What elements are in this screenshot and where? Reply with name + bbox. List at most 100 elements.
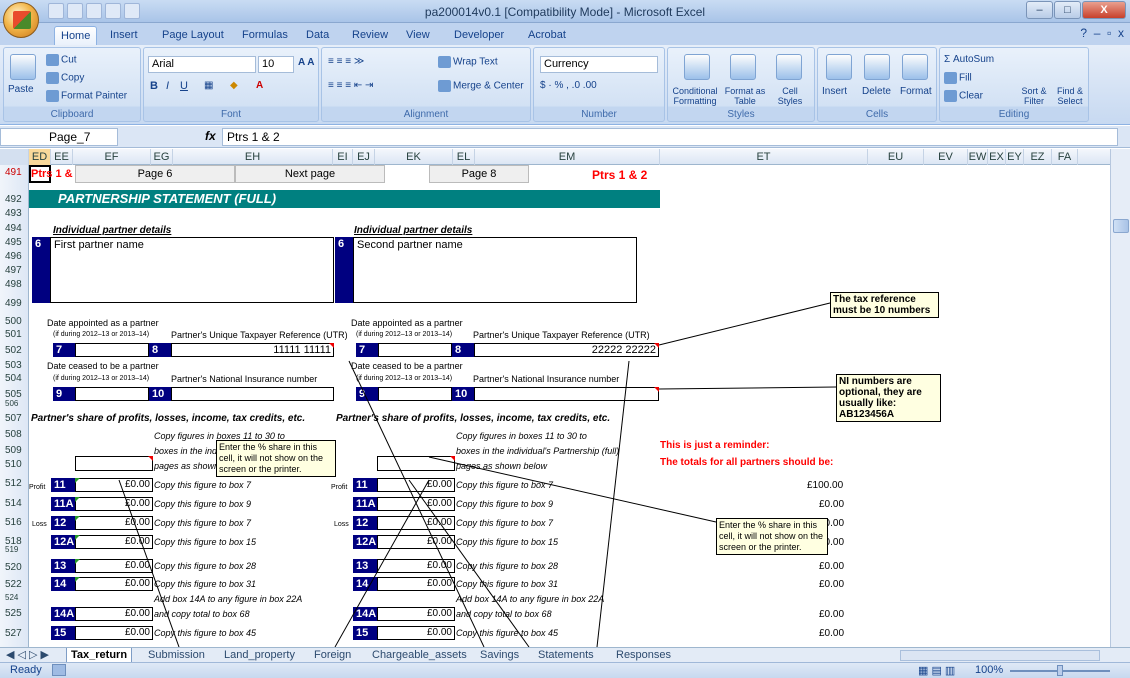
column-header[interactable]: EY [1006,149,1024,165]
row-header[interactable]: 507 [0,413,29,424]
cut-button[interactable]: Cut [46,54,77,66]
column-header[interactable]: EE [51,149,73,165]
row-header[interactable]: 504 [0,373,29,384]
tab-view[interactable]: View [400,26,436,45]
paste-button[interactable]: Paste [8,84,34,95]
insert-button[interactable]: Insert [822,86,847,97]
row-header[interactable]: 503 [0,360,29,371]
format-as-table-icon[interactable] [730,54,756,80]
column-header[interactable]: EI [333,149,353,165]
row-header[interactable]: 497 [0,265,29,276]
insert-cells-icon[interactable] [826,54,852,80]
column-header[interactable]: EW [968,149,988,165]
sheet-tab-submission[interactable]: Submission [148,648,205,663]
macro-record-icon[interactable] [52,664,66,676]
sheet-tab-foreign[interactable]: Foreign [314,648,351,663]
row-header[interactable]: 516 [0,517,29,528]
conditional-formatting-icon[interactable] [684,54,710,80]
sheet-tab-statements[interactable]: Statements [538,648,594,663]
maximize-button[interactable]: □ [1054,1,1081,19]
scroll-thumb[interactable] [1113,219,1129,233]
cell-styles-button[interactable]: Cell Styles [770,86,810,106]
tab-insert[interactable]: Insert [104,26,144,45]
row-header[interactable]: 527 [0,628,29,639]
close-button[interactable]: X [1082,1,1126,19]
sheet-tab-responses[interactable]: Responses [616,648,671,663]
row-header[interactable]: 508 [0,429,29,440]
clear-button[interactable]: Clear [944,90,983,102]
tab-home[interactable]: Home [54,26,98,46]
sheet-nav-arrows-icon[interactable]: ◀ ◁ ▷ ▶ [6,648,49,663]
row-header[interactable]: 494 [0,223,29,234]
select-all-corner[interactable] [0,149,29,165]
copy-button[interactable]: Copy [46,72,84,84]
row-header[interactable]: 495 [0,237,29,248]
row-header[interactable]: 520 [0,562,29,573]
format-button[interactable]: Format [900,86,932,97]
row-header[interactable]: 519 [0,545,29,554]
formula-input[interactable]: Ptrs 1 & 2 [222,128,1118,146]
conditional-formatting-button[interactable]: Conditional Formatting [670,86,720,106]
cell-styles-icon[interactable] [776,54,802,80]
accounting-format-icon[interactable]: $ · % , .0 .00 [540,80,597,91]
tab-formulas[interactable]: Formulas [236,26,294,45]
border-icon[interactable]: ▦ [204,80,213,91]
row-header[interactable]: 491 [0,167,29,178]
zoom-level[interactable]: 100% [975,664,1003,676]
find-select-button[interactable]: Find & Select [1052,86,1088,106]
delete-cells-icon[interactable] [864,54,890,80]
fill-color-icon[interactable]: ◆ [230,80,238,91]
row-header[interactable]: 498 [0,279,29,290]
column-header[interactable]: ET [660,149,868,165]
tab-review[interactable]: Review [346,26,394,45]
align-top-icon[interactable]: ≡ ≡ ≡ ≫ [328,56,364,67]
column-header[interactable]: EU [868,149,924,165]
column-header[interactable]: EK [375,149,453,165]
name-box[interactable]: Page_7 [0,128,118,146]
tab-developer[interactable]: Developer [448,26,510,45]
fill-button[interactable]: Fill [944,72,972,84]
row-header[interactable]: 522 [0,579,29,590]
delete-button[interactable]: Delete [862,86,891,97]
format-painter-button[interactable]: Format Painter [46,90,127,102]
bold-icon[interactable]: B [150,80,158,92]
row-header[interactable]: 499 [0,298,29,309]
minimize-button[interactable]: – [1026,1,1053,19]
column-header[interactable]: EJ [353,149,375,165]
sheet-tab-tax-return[interactable]: Tax_return [66,648,133,663]
column-header[interactable]: FA [1052,149,1078,165]
column-header[interactable]: EM [475,149,660,165]
help-icon[interactable]: ? – ▫ x [1080,26,1124,40]
row-header[interactable]: 512 [0,478,29,489]
row-header[interactable]: 492 [0,194,29,205]
row-header[interactable]: 493 [0,208,29,219]
tab-acrobat[interactable]: Acrobat [522,26,572,45]
row-header[interactable]: 502 [0,345,29,356]
sheet-tab-chargeable-assets[interactable]: Chargeable_assets [372,648,467,663]
autosum-button[interactable]: Σ AutoSum [944,54,994,65]
row-header[interactable]: 496 [0,251,29,262]
function-icon[interactable]: fx [205,129,216,143]
sheet-tab-savings[interactable]: Savings [480,648,519,663]
paste-icon[interactable] [10,54,36,80]
row-header[interactable]: 509 [0,445,29,456]
sort-filter-button[interactable]: Sort & Filter [1016,86,1052,106]
underline-icon[interactable]: U [180,80,188,92]
column-header[interactable]: EL [453,149,475,165]
row-header[interactable]: 514 [0,498,29,509]
tab-data[interactable]: Data [300,26,335,45]
sheet-tab-land-property[interactable]: Land_property [224,648,295,663]
grow-font-icon[interactable]: A A [298,57,314,68]
horizontal-scrollbar[interactable] [900,650,1100,661]
column-header[interactable]: EF [73,149,151,165]
tab-page-layout[interactable]: Page Layout [156,26,230,45]
column-header[interactable]: EZ [1024,149,1052,165]
format-cells-icon[interactable] [902,54,928,80]
column-header[interactable]: EG [151,149,173,165]
italic-icon[interactable]: I [166,80,169,92]
number-format-combo[interactable]: Currency [540,56,658,73]
zoom-slider-thumb[interactable] [1057,665,1063,676]
page-layout-views-icon[interactable]: ▦ ▤ ▥ [918,664,955,677]
row-header[interactable]: 524 [0,593,29,602]
font-name-combo[interactable]: Arial [148,56,256,73]
